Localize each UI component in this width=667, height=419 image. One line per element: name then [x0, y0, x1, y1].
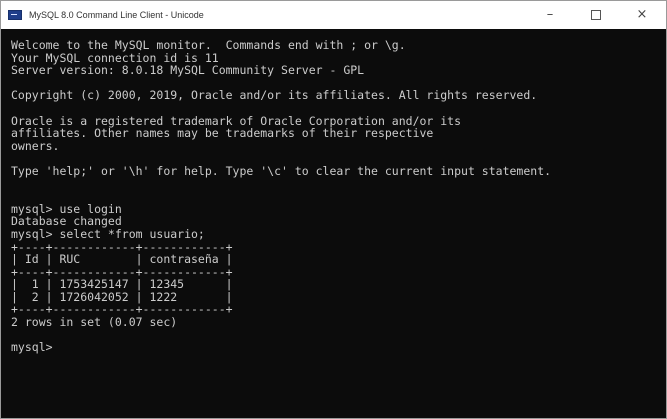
maximize-icon [591, 9, 601, 20]
console-line: Welcome to the MySQL monitor. Commands e… [11, 38, 406, 52]
maximize-button[interactable] [573, 1, 619, 29]
console-line: | 1 | 1753425147 | 12345 | [11, 277, 233, 292]
minimize-button[interactable]: – [527, 1, 573, 29]
console-line: affiliates. Other names may be trademark… [11, 126, 434, 141]
console-line: mysql> [11, 340, 53, 355]
console-line: Copyright (c) 2000, 2019, Oracle and/or … [11, 88, 538, 103]
console-line: owners. [11, 138, 60, 153]
close-button[interactable]: × [619, 1, 665, 29]
console-output-area[interactable]: Welcome to the MySQL monitor. Commands e… [1, 29, 666, 418]
mysql-client-window: MySQL 8.0 Command Line Client - Unicode … [0, 0, 667, 419]
console-line: mysql> select *from usuario; [11, 226, 205, 241]
console-line: 2 rows in set (0.07 sec) [11, 315, 178, 330]
console-line: | Id | RUC | contraseña | [11, 252, 233, 267]
title-bar[interactable]: MySQL 8.0 Command Line Client - Unicode … [1, 1, 666, 29]
window-title: MySQL 8.0 Command Line Client - Unicode [29, 10, 204, 20]
console-line: Server version: 8.0.18 MySQL Community S… [11, 63, 365, 78]
console-line: Type 'help;' or '\h' for help. Type '\c'… [11, 163, 552, 178]
terminal-app-icon [8, 10, 22, 20]
close-icon: × [636, 7, 648, 22]
minimize-icon: – [546, 7, 554, 22]
